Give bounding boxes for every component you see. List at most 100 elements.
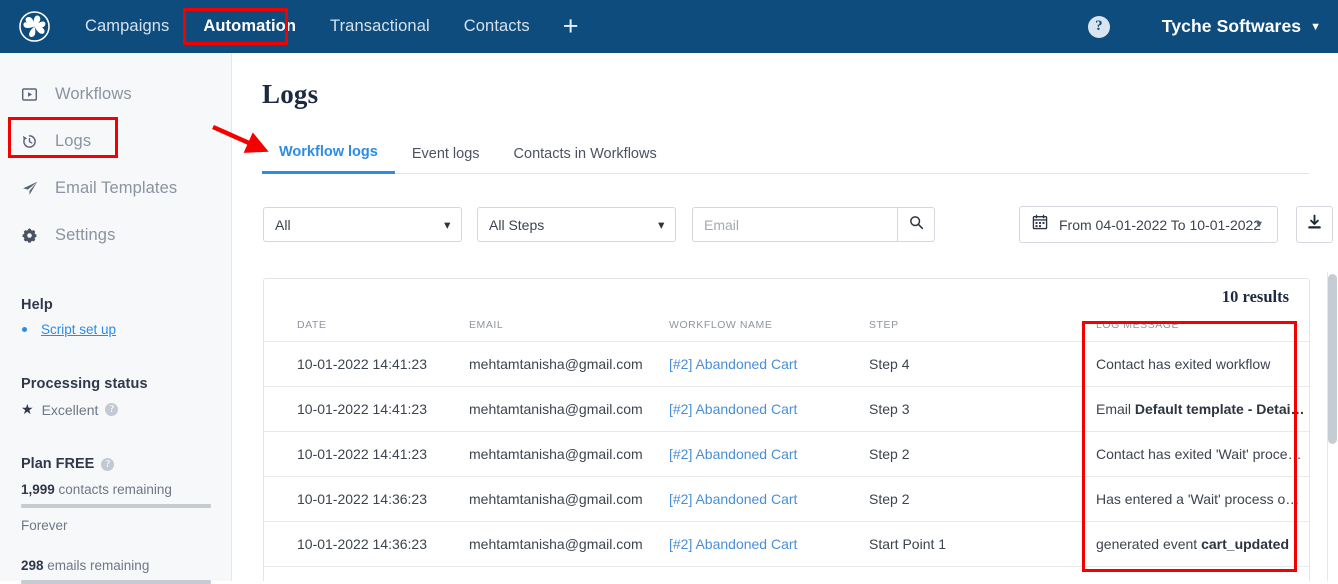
processing-status-heading: Processing status <box>21 376 148 392</box>
chevron-down-icon: ▾ <box>658 219 664 231</box>
emails-remaining-count: 298 <box>21 558 44 573</box>
tab-bar: Workflow logs Event logs Contacts in Wor… <box>262 137 1309 174</box>
chevron-down-icon: ▼ <box>1254 219 1264 230</box>
contacts-remaining-label: 1,999 contacts remaining <box>0 482 231 497</box>
export-download-button[interactable] <box>1296 206 1333 243</box>
table-row[interactable]: 10-01-2022 14:41:23 mehtamtanisha@gmail.… <box>264 341 1309 387</box>
column-header-date[interactable]: DATE <box>264 315 469 342</box>
search-input[interactable] <box>692 207 897 242</box>
plan-heading: Plan FREE <box>21 456 95 472</box>
cell-date: 10-01-2022 14:41:23 <box>264 431 469 477</box>
info-icon[interactable]: ? <box>101 457 115 471</box>
cell-date: 10-01-2022 14:41:23 <box>264 386 469 432</box>
column-header-workflow[interactable]: WORKFLOW NAME <box>669 315 869 342</box>
script-setup-link[interactable]: Script set up <box>41 322 116 337</box>
page-scrollbar-thumb[interactable] <box>1328 274 1337 444</box>
help-link-row: Script set up <box>0 322 231 337</box>
download-icon <box>1306 214 1323 236</box>
date-range-picker[interactable]: From 04-01-2022 To 10-01-2022 ▼ <box>1019 206 1278 243</box>
log-message-prefix: Contact has exited 'Wait' proce… <box>1096 445 1302 462</box>
cell-workflow: [#2] Abandoned Cart <box>669 476 869 522</box>
cell-email: mehtamtanisha@gmail.com <box>469 521 669 567</box>
nav-item-contacts[interactable]: Contacts <box>447 0 547 53</box>
cell-workflow: [#2] Abandoned Cart <box>669 341 869 387</box>
chevron-down-icon: ▾ <box>444 219 450 231</box>
results-count-label: 10 results <box>1221 287 1289 306</box>
cell-step: Step 2 <box>869 431 1074 477</box>
cell-log-message: Email Default template - Detai… <box>1074 386 1309 432</box>
processing-status-value: Excellent <box>41 401 99 418</box>
log-message-prefix: generated event <box>1096 535 1202 552</box>
chevron-down-icon[interactable]: ▼ <box>1310 21 1321 33</box>
plan-heading-row: Plan FREE ? <box>0 456 231 472</box>
table-row[interactable]: 10-01-2022 14:36:23 mehtamtanisha@gmail.… <box>264 476 1309 522</box>
cell-step: Start Point 1 <box>869 521 1074 567</box>
sidebar-item-label: Workflows <box>55 84 132 103</box>
workflow-link[interactable]: [#2] Abandoned Cart <box>669 356 797 372</box>
log-message-prefix: Contact has exited workflow <box>1096 355 1271 372</box>
sidebar-item-label: Logs <box>55 131 92 150</box>
search-button[interactable] <box>897 207 935 242</box>
step-filter-select[interactable]: All Steps ▾ <box>477 207 676 242</box>
contacts-remaining-count: 1,999 <box>21 482 55 497</box>
tab-contacts-in-workflows[interactable]: Contacts in Workflows <box>497 146 674 173</box>
plan-duration-label: Forever <box>21 518 68 533</box>
pinwheel-logo-icon[interactable] <box>0 0 68 53</box>
cell-step: Step 4 <box>869 341 1074 387</box>
table-row[interactable]: 10-01-2022 14:41:23 mehtamtanisha@gmail.… <box>264 431 1309 477</box>
sidebar-item-label: Email Templates <box>55 178 178 197</box>
emails-remaining-label: 298 emails remaining <box>0 558 231 573</box>
plus-icon[interactable]: + <box>547 0 595 53</box>
cell-log-message: Contact has exited workflow <box>1074 341 1309 387</box>
question-mark-icon[interactable]: ? <box>1087 15 1110 38</box>
column-header-email[interactable]: EMAIL <box>469 315 669 342</box>
step-filter-value: All Steps <box>489 216 545 233</box>
table-header: DATE EMAIL WORKFLOW NAME STEP LOG MESSAG… <box>264 315 1309 342</box>
cell-log-message: Has entered a 'Wait' process o… <box>1074 476 1309 522</box>
workflow-link[interactable]: [#2] Abandoned Cart <box>669 491 797 507</box>
top-navigation-bar: Campaigns Automation Transactional Conta… <box>0 0 1338 53</box>
workflow-filter-value: All <box>275 216 291 233</box>
search-icon <box>909 215 924 235</box>
log-message-prefix: Has entered a 'Wait' process o… <box>1096 490 1300 507</box>
log-message-bold: cart_updated <box>1201 535 1290 552</box>
cell-log-message: Contact has exited 'Wait' proce… <box>1074 431 1309 477</box>
bullet-dot-icon <box>22 327 27 332</box>
main-content: Logs Workflow logs Event logs Contacts i… <box>233 53 1338 581</box>
sidebar-item-logs[interactable]: Logs <box>0 120 231 162</box>
table-row[interactable]: 10-01-2022 14:41:23 mehtamtanisha@gmail.… <box>264 386 1309 432</box>
tab-workflow-logs[interactable]: Workflow logs <box>262 144 395 174</box>
nav-item-automation[interactable]: Automation <box>186 0 313 53</box>
sidebar-item-label: Settings <box>55 225 116 244</box>
filter-bar: All ▾ All Steps ▾ Email From 04-01-2022 … <box>263 206 1338 243</box>
workflow-link[interactable]: [#2] Abandoned Cart <box>669 401 797 417</box>
nav-right-group: ? Tyche Softwares ▼ <box>1087 15 1338 38</box>
column-header-step[interactable]: STEP <box>869 315 1074 342</box>
nav-item-campaigns[interactable]: Campaigns <box>68 0 186 53</box>
nav-item-transactional[interactable]: Transactional <box>313 0 447 53</box>
sidebar-item-settings[interactable]: Settings <box>0 214 231 256</box>
column-header-log-message[interactable]: LOG MESSAGE <box>1074 315 1309 342</box>
workflow-link[interactable]: [#2] Abandoned Cart <box>669 446 797 462</box>
log-message-bold: Default template - Detai… <box>1134 400 1305 417</box>
cell-date: 10-01-2022 14:41:23 <box>264 341 469 387</box>
workflow-filter-select[interactable]: All ▾ <box>263 207 462 242</box>
help-heading: Help <box>21 297 53 313</box>
sidebar-item-workflows[interactable]: Workflows <box>0 73 231 115</box>
account-name-label[interactable]: Tyche Softwares <box>1162 16 1301 37</box>
tab-event-logs[interactable]: Event logs <box>395 146 497 173</box>
paper-plane-icon <box>21 179 43 197</box>
workflow-link[interactable]: [#2] Abandoned Cart <box>669 536 797 552</box>
cell-email: mehtamtanisha@gmail.com <box>469 386 669 432</box>
logs-table-card: 10 results DATE EMAIL WORKFLOW NAME STEP… <box>263 278 1310 581</box>
table-body: 10-01-2022 14:41:23 mehtamtanisha@gmail.… <box>264 341 1309 567</box>
cell-log-message: generated event cart_updated <box>1074 521 1309 567</box>
table-row[interactable]: 10-01-2022 14:36:23 mehtamtanisha@gmail.… <box>264 521 1309 567</box>
cell-email: mehtamtanisha@gmail.com <box>469 341 669 387</box>
page-title: Logs <box>262 79 319 109</box>
cell-workflow: [#2] Abandoned Cart <box>669 386 869 432</box>
cell-email: mehtamtanisha@gmail.com <box>469 431 669 477</box>
email-search-group <box>692 207 935 242</box>
info-icon[interactable]: ? <box>105 403 119 416</box>
sidebar-item-email-templates[interactable]: Email Templates <box>0 167 231 209</box>
